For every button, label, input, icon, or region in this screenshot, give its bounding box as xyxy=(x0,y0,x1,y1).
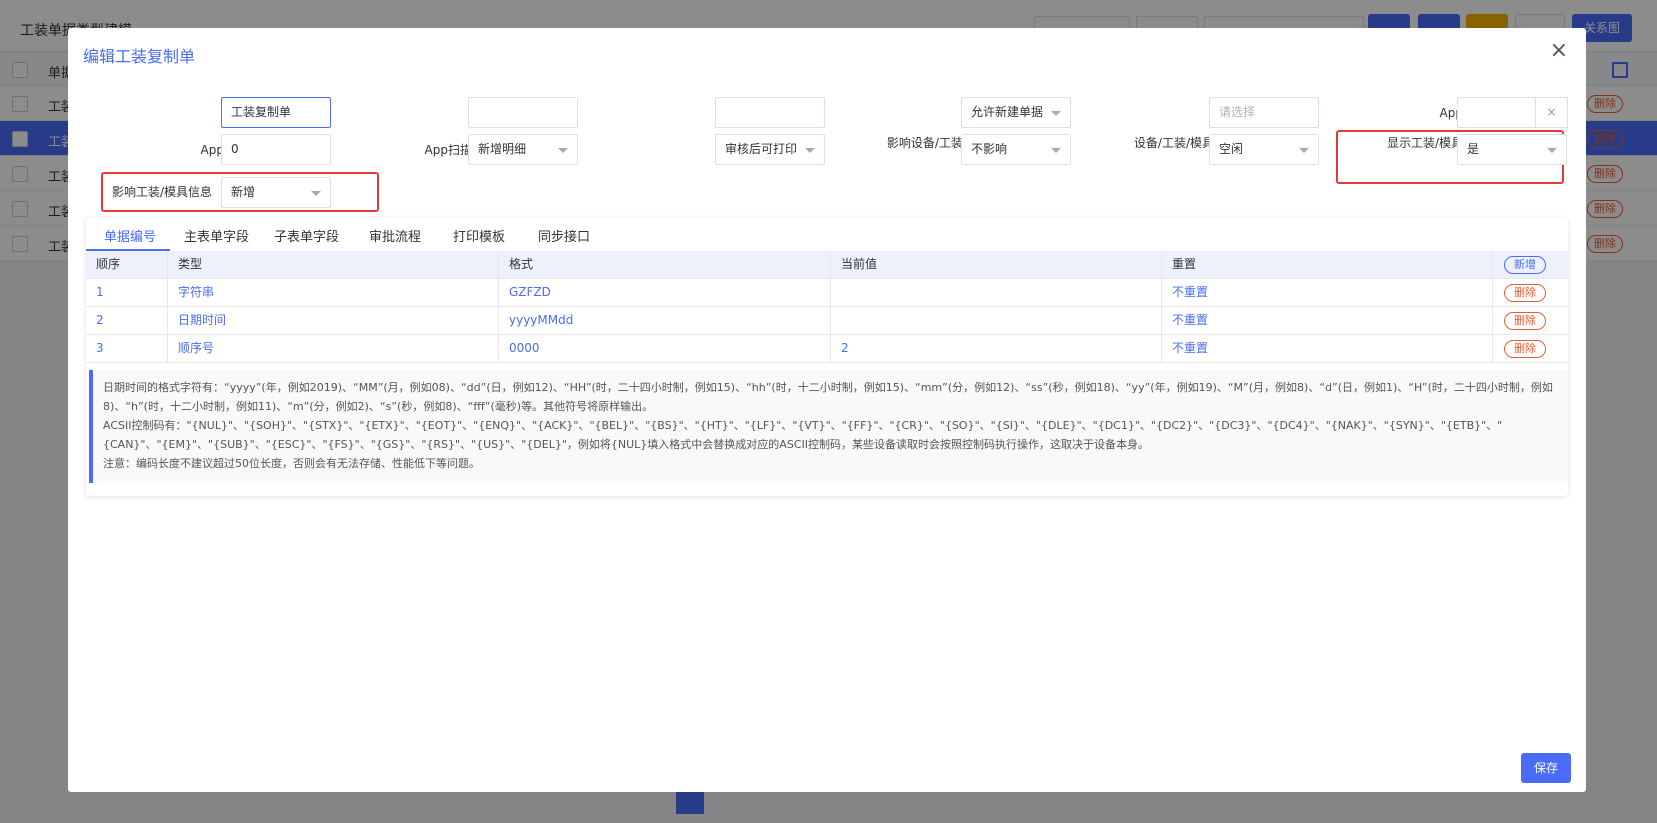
add-row-button[interactable]: 新增 xyxy=(1504,256,1546,274)
note-warning: 注意：编码长度不建议超过50位长度，否则会有无法存储、性能低下等问题。 xyxy=(103,457,480,470)
show-modify-value: 是 xyxy=(1467,142,1480,156)
chevron-down-icon xyxy=(311,191,321,196)
chevron-down-icon xyxy=(1051,148,1061,153)
chevron-down-icon xyxy=(558,148,568,153)
default-status-select[interactable]: 空闲 xyxy=(1209,134,1319,165)
doc-type-input[interactable]: 工装复制单 xyxy=(221,97,331,128)
tab-panel: 单据编号 主表单字段 子表单字段 审批流程 打印模板 同步接口 顺序 类型 格式… xyxy=(86,218,1568,496)
cell-order: 2 xyxy=(86,307,168,334)
tab-print-template[interactable]: 打印模板 xyxy=(453,226,505,245)
affect-info-label: 影响工装/模具信息 xyxy=(111,185,212,199)
cell-order: 3 xyxy=(86,335,168,362)
cell-order: 1 xyxy=(86,279,168,306)
cell-reset[interactable]: 不重置 xyxy=(1162,307,1493,334)
app-order-input[interactable]: 0 xyxy=(221,134,331,165)
tab-main-fields[interactable]: 主表单字段 xyxy=(184,226,249,245)
cell-type[interactable]: 顺序号 xyxy=(168,335,499,362)
app-icon-color-input[interactable] xyxy=(1457,97,1537,128)
cell-current[interactable] xyxy=(831,279,1162,306)
number-rules-table: 顺序 类型 格式 当前值 重置 新增 1 字符串 GZFZD 不重置 删除 2 … xyxy=(86,251,1568,363)
note-ascii: ACSII控制码有："{NUL}"、"{SOH}"、"{STX}"、"{ETX}… xyxy=(103,419,1503,451)
cell-current[interactable] xyxy=(831,307,1162,334)
header-reset: 重置 xyxy=(1162,251,1493,278)
delete-row-button[interactable]: 删除 xyxy=(1504,312,1546,330)
header-type: 类型 xyxy=(168,251,499,278)
format-help-note: 日期时间的格式字符有：“yyyy”(年，例如2019)、“MM”(月，例如08)… xyxy=(89,370,1568,483)
clear-icon[interactable]: × xyxy=(1535,97,1568,128)
affect-status-select[interactable]: 不影响 xyxy=(961,134,1071,165)
table-header-row: 顺序 类型 格式 当前值 重置 新增 xyxy=(86,251,1568,279)
default-status-value: 空闲 xyxy=(1219,142,1244,156)
cell-reset[interactable]: 不重置 xyxy=(1162,335,1493,362)
new-doc-select[interactable]: 允许新建单据 xyxy=(961,97,1071,128)
chevron-down-icon xyxy=(1051,111,1061,116)
show-modify-select[interactable]: 是 xyxy=(1457,134,1567,165)
table-row: 1 字符串 GZFZD 不重置 删除 xyxy=(86,279,1568,307)
affect-info-value: 新增 xyxy=(231,185,256,199)
save-button[interactable]: 保存 xyxy=(1521,753,1571,783)
delete-row-button[interactable]: 删除 xyxy=(1504,340,1546,358)
app-scan-value: 新增明细 xyxy=(478,142,527,156)
chevron-down-icon xyxy=(805,148,815,153)
tab-bar: 单据编号 主表单字段 子表单字段 审批流程 打印模板 同步接口 xyxy=(86,218,1568,251)
app-icon-select[interactable]: 请选择 xyxy=(1209,97,1319,128)
tab-sub-fields[interactable]: 子表单字段 xyxy=(274,226,339,245)
cell-format[interactable]: 0000 xyxy=(499,335,831,362)
cell-format[interactable]: yyyyMMdd xyxy=(499,307,831,334)
tab-approval[interactable]: 审批流程 xyxy=(369,226,421,245)
cell-type[interactable]: 字符串 xyxy=(168,279,499,306)
edit-dialog: 编辑工装复制单 × 单据类型 工装复制单 源单单据 源单视图 新建单据 允许新建… xyxy=(68,28,1586,792)
header-format: 格式 xyxy=(499,251,831,278)
chevron-down-icon xyxy=(1299,148,1309,153)
app-scan-select[interactable]: 新增明细 xyxy=(468,134,578,165)
affect-status-value: 不影响 xyxy=(971,142,1008,156)
tab-doc-number[interactable]: 单据编号 xyxy=(104,226,156,245)
cell-type[interactable]: 日期时间 xyxy=(168,307,499,334)
note-datetime: 日期时间的格式字符有：“yyyy”(年，例如2019)、“MM”(月，例如08)… xyxy=(103,381,1553,413)
cell-reset[interactable]: 不重置 xyxy=(1162,279,1493,306)
print-mode-select[interactable]: 审核后可打印 xyxy=(715,134,825,165)
affect-info-select[interactable]: 新增 xyxy=(221,177,331,208)
table-row: 3 顺序号 0000 2 不重置 删除 xyxy=(86,335,1568,363)
dialog-title: 编辑工装复制单 xyxy=(83,47,196,66)
source-doc-input[interactable] xyxy=(468,97,578,128)
delete-row-button[interactable]: 删除 xyxy=(1504,284,1546,302)
close-icon[interactable]: × xyxy=(1550,40,1568,62)
chevron-down-icon xyxy=(1547,148,1557,153)
header-order: 顺序 xyxy=(86,251,168,278)
header-current: 当前值 xyxy=(831,251,1162,278)
cell-format[interactable]: GZFZD xyxy=(499,279,831,306)
cell-current[interactable]: 2 xyxy=(831,335,1162,362)
print-mode-value: 审核后可打印 xyxy=(725,142,798,156)
source-view-input[interactable] xyxy=(715,97,825,128)
table-row: 2 日期时间 yyyyMMdd 不重置 删除 xyxy=(86,307,1568,335)
tab-sync[interactable]: 同步接口 xyxy=(538,226,590,245)
new-doc-value: 允许新建单据 xyxy=(971,105,1044,119)
